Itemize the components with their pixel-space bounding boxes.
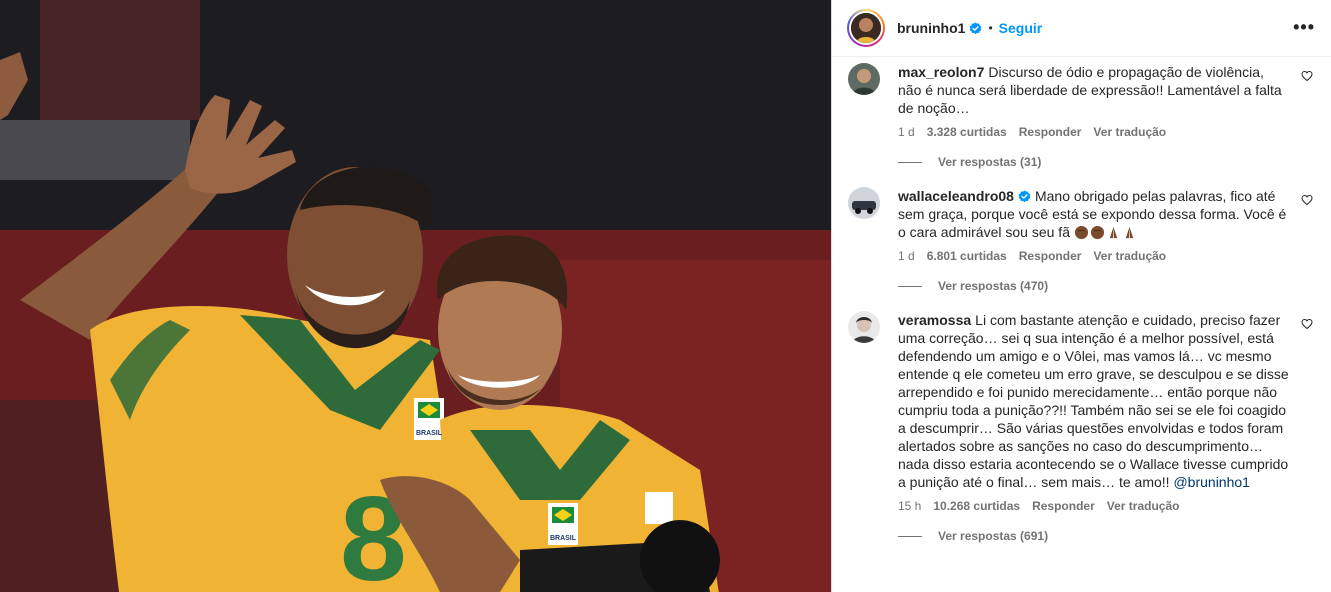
comment-list: max_reolon7 Discurso de ódio e propagação…	[832, 63, 1331, 543]
reply-button[interactable]: Responder	[1032, 499, 1095, 513]
author-avatar-image	[851, 13, 881, 43]
heart-icon[interactable]	[1301, 194, 1313, 206]
translate-button[interactable]: Ver tradução	[1093, 125, 1166, 139]
translate-button[interactable]: Ver tradução	[1093, 249, 1166, 263]
commenter-avatar-image	[848, 187, 880, 219]
author-username[interactable]: bruninho1	[897, 20, 965, 36]
comment-meta: 1 d 6.801 curtidas Responder Ver traduçã…	[898, 249, 1289, 263]
more-options-icon[interactable]: •••	[1293, 18, 1315, 36]
comment-text: veramossa Li com bastante atenção e cuida…	[898, 311, 1289, 491]
folded-hands-emoji-icon	[1109, 226, 1118, 239]
comment-likes[interactable]: 6.801 curtidas	[927, 249, 1007, 263]
comment-username[interactable]: max_reolon7	[898, 64, 984, 80]
view-replies-button[interactable]: Ver respostas (470)	[898, 279, 1289, 293]
view-replies-button[interactable]: Ver respostas (691)	[898, 529, 1289, 543]
heart-icon[interactable]	[1301, 70, 1313, 82]
comment-meta: 1 d 3.328 curtidas Responder Ver traduçã…	[898, 125, 1289, 139]
mention-link[interactable]: @bruninho1	[1173, 474, 1250, 490]
view-replies-label: Ver respostas (691)	[938, 529, 1049, 543]
verified-badge-icon	[1018, 190, 1031, 203]
fist-bump-emoji-icon	[1074, 225, 1088, 240]
post-header: bruninho1 • Seguir •••	[832, 0, 1331, 57]
verified-badge-icon	[970, 21, 982, 34]
post-photo-illustration: 8 BRASIL BRASIL	[0, 0, 831, 592]
view-replies-label: Ver respostas (31)	[938, 155, 1042, 169]
comment-item: veramossa Li com bastante atenção e cuida…	[848, 311, 1315, 543]
author-avatar[interactable]	[847, 9, 885, 47]
reply-button[interactable]: Responder	[1019, 125, 1082, 139]
replies-divider	[898, 161, 922, 163]
translate-button[interactable]: Ver tradução	[1107, 499, 1180, 513]
follow-button[interactable]: Seguir	[999, 20, 1043, 36]
replies-divider	[898, 535, 922, 537]
comment-time[interactable]: 1 d	[898, 249, 915, 263]
commenter-avatar[interactable]	[848, 311, 880, 343]
comment-item: max_reolon7 Discurso de ódio e propagação…	[848, 63, 1315, 169]
view-replies-label: Ver respostas (470)	[938, 279, 1049, 293]
fist-bump-emoji-icon	[1090, 225, 1104, 240]
commenter-avatar[interactable]	[848, 63, 880, 95]
jersey-label-left: BRASIL	[416, 430, 443, 437]
heart-icon[interactable]	[1301, 318, 1313, 330]
comment-meta: 15 h 10.268 curtidas Responder Ver tradu…	[898, 499, 1289, 513]
comment-text: wallaceleandro08 Mano obrigado pelas pal…	[898, 187, 1289, 241]
jersey-label-right: BRASIL	[550, 535, 577, 542]
comment-item: wallaceleandro08 Mano obrigado pelas pal…	[848, 187, 1315, 293]
view-replies-button[interactable]: Ver respostas (31)	[898, 155, 1289, 169]
comment-time[interactable]: 1 d	[898, 125, 915, 139]
comment-content: Li com bastante atenção e cuidado, preci…	[898, 312, 1289, 490]
reply-button[interactable]: Responder	[1019, 249, 1082, 263]
comment-likes[interactable]: 3.328 curtidas	[927, 125, 1007, 139]
comments-panel: bruninho1 • Seguir ••• max_reolon7 Discur…	[831, 0, 1331, 592]
folded-hands-emoji-icon	[1125, 226, 1134, 239]
header-separator: •	[988, 21, 993, 35]
commenter-avatar-image	[848, 63, 880, 95]
comment-likes[interactable]: 10.268 curtidas	[933, 499, 1020, 513]
comment-time[interactable]: 15 h	[898, 499, 921, 513]
comment-username[interactable]: veramossa	[898, 312, 971, 328]
comment-username[interactable]: wallaceleandro08	[898, 188, 1014, 204]
commenter-avatar-image	[848, 311, 880, 343]
comment-text: max_reolon7 Discurso de ódio e propagação…	[898, 63, 1289, 117]
replies-divider	[898, 285, 922, 287]
commenter-avatar[interactable]	[848, 187, 880, 219]
post-photo[interactable]: 8 BRASIL BRASIL	[0, 0, 831, 592]
